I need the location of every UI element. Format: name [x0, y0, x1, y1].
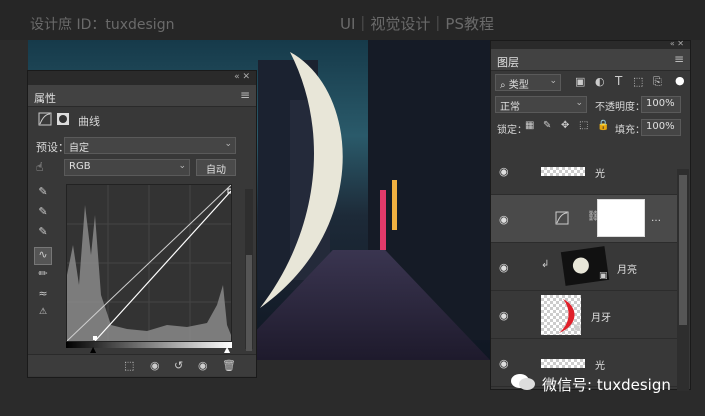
- properties-titlebar[interactable]: « ✕: [28, 71, 256, 85]
- adjustment-type-row: 曲线: [28, 109, 256, 131]
- layer-thumbnail: [541, 359, 585, 368]
- tab-layers[interactable]: 图层: [497, 54, 519, 70]
- layer-filter-select[interactable]: ⌕ 类型 ⌄: [495, 74, 561, 91]
- properties-tabrow: 属性 ≡: [28, 85, 256, 107]
- blend-mode-select[interactable]: 正常 ⌄: [495, 96, 587, 113]
- view-previous-icon[interactable]: ◉: [150, 359, 160, 372]
- visibility-eye-icon[interactable]: ◉: [499, 165, 509, 178]
- histogram: [66, 184, 233, 342]
- watermark-id: 设计庶 ID：tuxdesign: [30, 17, 175, 33]
- properties-bottom-bar: ⬚ ◉ ↺ ◉ 🗑: [28, 354, 256, 376]
- white-point-slider[interactable]: ▲: [224, 345, 230, 354]
- layers-titlebar[interactable]: « ✕: [491, 39, 690, 49]
- clipping-warning-icon[interactable]: ⚠: [34, 307, 52, 325]
- layer-row-selected[interactable]: ◉ ⛓ …: [491, 195, 677, 243]
- mask-icon[interactable]: [56, 112, 70, 126]
- chevron-down-icon: ⌄: [178, 161, 186, 171]
- layer-row[interactable]: ◉ ▣ 月牙: [491, 291, 677, 339]
- lock-position-icon[interactable]: ✥: [561, 120, 569, 131]
- eyedropper-black-icon[interactable]: ✎: [34, 185, 52, 203]
- chevron-down-icon: ⌄: [549, 76, 557, 86]
- preset-select[interactable]: 自定 ⌄: [64, 137, 236, 154]
- layer-name: 月牙: [591, 313, 611, 324]
- visibility-eye-icon[interactable]: ◉: [499, 357, 509, 370]
- smooth-icon[interactable]: ≈: [34, 287, 52, 305]
- filter-type-icon[interactable]: T: [615, 74, 622, 88]
- layers-scroll-thumb[interactable]: [679, 175, 687, 325]
- filter-toggle-icon[interactable]: ●: [675, 74, 685, 87]
- clipping-arrow-icon: ↲: [541, 259, 550, 270]
- layers-tabrow: 图层 ≡: [491, 49, 690, 71]
- search-icon: ⌕: [500, 80, 509, 91]
- panel-menu-icon[interactable]: ≡: [674, 52, 684, 66]
- clip-to-layer-icon[interactable]: ⬚: [124, 359, 134, 372]
- visibility-eye-icon[interactable]: ◉: [499, 309, 509, 322]
- chevron-down-icon: ⌄: [224, 139, 232, 149]
- neon-sign-2: [392, 180, 397, 230]
- visibility-eye-icon[interactable]: ◉: [198, 359, 208, 372]
- panel-menu-icon[interactable]: ≡: [240, 88, 250, 102]
- curve-point-tool-icon[interactable]: ∿: [34, 247, 52, 265]
- visibility-eye-icon[interactable]: ◉: [499, 213, 509, 226]
- auto-button[interactable]: 自动: [196, 159, 236, 176]
- chevron-down-icon: ⌄: [575, 98, 583, 108]
- tab-properties[interactable]: 属性: [34, 90, 56, 106]
- eyedropper-gray-icon[interactable]: ✎: [34, 205, 52, 223]
- channel-select[interactable]: RGB ⌄: [64, 159, 190, 176]
- visibility-eye-icon[interactable]: ◉: [499, 261, 509, 274]
- lock-image-icon[interactable]: ✎: [543, 120, 551, 131]
- lock-artboard-icon[interactable]: ⬚: [579, 120, 588, 131]
- layer-row[interactable]: ◉ ↲ ▣ 月亮: [491, 243, 677, 291]
- filter-value: 类型: [508, 80, 529, 91]
- layer-row[interactable]: ◉ 光: [491, 147, 677, 195]
- top-banner: 设计庶 ID：tuxdesign UI｜视觉设计｜PS教程: [0, 0, 705, 40]
- channel-value: RGB: [69, 161, 91, 172]
- properties-scroll-thumb[interactable]: [246, 255, 252, 351]
- layers-panel: « ✕ 图层 ≡ ⌕ 类型 ⌄ ▣ ◐ T ⬚ ⎘ ● 正常 ⌄ 不透明度： 1…: [490, 39, 691, 391]
- opacity-value: 100%: [646, 98, 675, 109]
- targeted-adjust-icon[interactable]: ☝: [36, 160, 43, 174]
- blend-mode-value: 正常: [500, 102, 520, 113]
- curves-icon: [38, 112, 52, 126]
- fill-value: 100%: [646, 121, 675, 132]
- opacity-label: 不透明度：: [595, 102, 645, 113]
- filter-shape-icon[interactable]: ⬚: [633, 75, 643, 88]
- properties-panel: « ✕ 属性 ≡ 曲线 预设： 自定 ⌄ ☝ RGB ⌄ 自动 ✎ ✎ ✎ ∿ …: [27, 70, 257, 378]
- curves-adjustment-icon: [555, 211, 569, 225]
- channel-row: ☝ RGB ⌄ 自动: [28, 157, 256, 179]
- watermark-title: UI｜视觉设计｜PS教程: [340, 15, 494, 33]
- smart-object-badge-icon: ▣: [599, 271, 608, 281]
- filter-pixel-icon[interactable]: ▣: [575, 75, 585, 88]
- curves-graph[interactable]: [66, 184, 233, 342]
- layer-name: 月亮: [617, 265, 637, 276]
- layer-mask-thumbnail[interactable]: [597, 199, 645, 237]
- layer-name: 光: [595, 169, 605, 180]
- moon-thumb-shape: [571, 256, 590, 275]
- more-icon: …: [651, 213, 661, 224]
- lock-label: 锁定：: [497, 125, 527, 136]
- black-point-slider[interactable]: ▲: [90, 345, 96, 354]
- opacity-field[interactable]: 100%: [641, 96, 681, 113]
- preset-row: 预设： 自定 ⌄: [28, 135, 256, 157]
- collapse-close-icon[interactable]: « ✕: [670, 39, 684, 48]
- reset-icon[interactable]: ↺: [174, 359, 183, 372]
- collapse-close-icon[interactable]: « ✕: [234, 72, 250, 82]
- wechat-watermark: 微信号: tuxdesign: [510, 370, 690, 396]
- layer-thumbnail: [541, 167, 585, 176]
- fill-field[interactable]: 100%: [641, 119, 681, 136]
- pencil-icon[interactable]: ✏: [34, 267, 52, 285]
- trash-icon[interactable]: 🗑: [222, 359, 236, 372]
- wechat-icon: [511, 374, 535, 390]
- filter-smart-object-icon[interactable]: ⎘: [653, 75, 662, 89]
- adjustment-name: 曲线: [78, 115, 100, 128]
- crescent-moon: [260, 52, 343, 308]
- filter-adjustment-icon[interactable]: ◐: [595, 75, 605, 88]
- wechat-id-text: 微信号: tuxdesign: [542, 376, 671, 394]
- lock-all-icon[interactable]: 🔒: [597, 120, 609, 131]
- preset-value: 自定: [69, 143, 89, 154]
- smart-object-badge-icon: ▣: [573, 323, 582, 333]
- lock-transparent-icon[interactable]: ▦: [525, 120, 534, 131]
- eyedropper-white-icon[interactable]: ✎: [34, 225, 52, 243]
